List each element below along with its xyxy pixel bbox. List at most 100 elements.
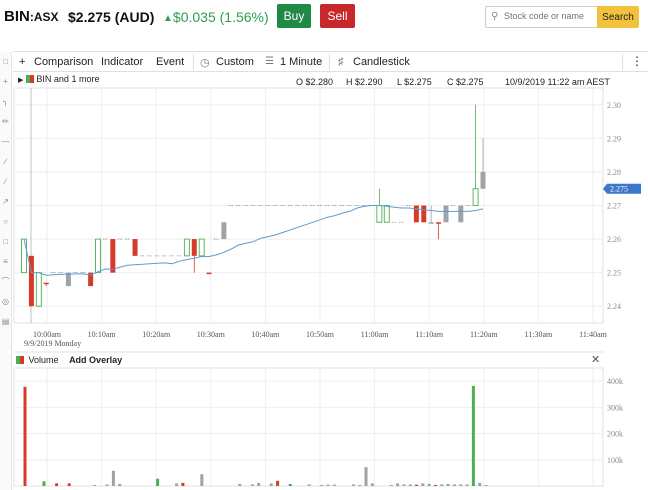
volume-tick-label: 400k bbox=[607, 377, 623, 386]
measure-icon[interactable]: ╮ bbox=[1, 97, 10, 106]
candle bbox=[95, 238, 101, 274]
current-price-label: 2.275 bbox=[610, 185, 628, 194]
volume-bar bbox=[276, 480, 280, 486]
volume-bar bbox=[307, 484, 311, 486]
x-tick-label: 11:30am bbox=[525, 330, 553, 339]
event-button[interactable]: Event bbox=[156, 56, 184, 68]
volume-tick-label: 100k bbox=[607, 456, 623, 465]
candle bbox=[191, 239, 197, 256]
search-icon: ⚲ bbox=[491, 11, 499, 22]
volume-bar bbox=[320, 484, 324, 486]
add-overlay-button[interactable]: Add Overlay bbox=[69, 355, 122, 365]
volume-bar bbox=[421, 483, 425, 486]
y-tick-label: 2.26 bbox=[607, 235, 621, 244]
comparison-button[interactable]: Comparison bbox=[34, 56, 93, 68]
volume-bar bbox=[465, 484, 469, 486]
drawing-tools-sidebar: □ + ╮ ✏ — ∕ ∕ ↗ ○ □ ≡ ⌒ ◎ ▤ bbox=[0, 52, 12, 490]
volume-bar bbox=[402, 484, 406, 486]
collapse-arrow-icon[interactable]: ▶ bbox=[18, 77, 23, 84]
close-volume-icon[interactable]: ✕ bbox=[591, 353, 600, 366]
y-tick-label: 2.24 bbox=[607, 302, 621, 311]
target-icon[interactable]: ◎ bbox=[1, 297, 10, 306]
clock-icon: ◷ bbox=[200, 57, 210, 69]
candle bbox=[472, 188, 479, 206]
candle bbox=[376, 205, 383, 223]
candle bbox=[35, 272, 42, 307]
brush-icon[interactable]: ∕ bbox=[1, 177, 10, 186]
toolbar-divider bbox=[622, 54, 623, 70]
more-options-icon[interactable]: ⋮ bbox=[631, 54, 643, 68]
circle-icon[interactable]: ○ bbox=[1, 217, 10, 226]
candle bbox=[383, 205, 390, 223]
quote-header: BIN:ASX $2.275 (AUD) ▲$0.035 (1.56%) Buy… bbox=[0, 0, 648, 34]
candle bbox=[43, 282, 49, 285]
candle bbox=[21, 238, 27, 274]
pencil-icon[interactable]: ✏ bbox=[1, 117, 10, 126]
volume-bar bbox=[364, 467, 368, 486]
ohlc-low: L $2.275 bbox=[397, 77, 432, 87]
current-price-badge bbox=[603, 183, 641, 194]
volume-bar bbox=[408, 484, 412, 486]
series-color-icon bbox=[25, 75, 34, 83]
candle bbox=[443, 205, 449, 223]
arc-icon[interactable]: ⌒ bbox=[1, 277, 10, 286]
rectangle-icon[interactable]: □ bbox=[1, 237, 10, 246]
volume-bar bbox=[250, 484, 254, 486]
candle bbox=[421, 205, 427, 223]
ohlc-high: H $2.290 bbox=[346, 77, 383, 87]
candle bbox=[206, 272, 212, 275]
candle bbox=[88, 272, 94, 287]
candle bbox=[28, 255, 34, 307]
indicator-button[interactable]: Indicator bbox=[101, 56, 143, 68]
y-tick-label: 2.30 bbox=[607, 101, 621, 110]
volume-bar bbox=[238, 483, 242, 486]
chart-type-button[interactable]: Candlestick bbox=[353, 56, 410, 68]
cursor-icon[interactable]: + bbox=[1, 77, 10, 86]
sell-button[interactable]: Sell bbox=[320, 4, 355, 28]
volume-bar bbox=[67, 483, 71, 486]
ticker-exchange: :ASX bbox=[29, 10, 59, 24]
text-icon[interactable]: ▤ bbox=[1, 317, 10, 326]
trend-line-icon[interactable]: ∕ bbox=[1, 157, 10, 166]
ticker-symbol: BIN bbox=[4, 8, 30, 25]
ray-icon[interactable]: ↗ bbox=[1, 197, 10, 206]
volume-bar bbox=[257, 482, 261, 486]
ohlc-open: O $2.280 bbox=[296, 77, 334, 87]
interval-button[interactable]: 1 Minute bbox=[280, 56, 322, 68]
volume-bar bbox=[23, 386, 27, 486]
volume-tick-label: 300k bbox=[607, 403, 623, 412]
volume-legend: Volume Add Overlay bbox=[16, 355, 122, 365]
custom-range-button[interactable]: Custom bbox=[216, 56, 254, 68]
crosshair-icon[interactable]: □ bbox=[1, 57, 10, 66]
volume-bar bbox=[484, 484, 488, 486]
candle bbox=[428, 222, 434, 224]
last-price: $2.275 (AUD) bbox=[68, 9, 155, 25]
candle bbox=[110, 239, 116, 273]
candle bbox=[221, 222, 227, 240]
candle bbox=[198, 238, 205, 257]
buy-button[interactable]: Buy bbox=[277, 4, 311, 28]
x-tick-label: 10:50am bbox=[306, 330, 335, 339]
search-input[interactable] bbox=[504, 11, 594, 21]
toolbar-divider bbox=[329, 54, 330, 70]
candlestick-icon: ♯ bbox=[338, 56, 344, 68]
volume-bar bbox=[200, 474, 204, 486]
volume-bar bbox=[92, 484, 96, 486]
x-tick-label: 11:40am bbox=[579, 330, 607, 339]
volume-bar bbox=[446, 483, 450, 486]
candle bbox=[436, 222, 442, 224]
horizontal-line-icon[interactable]: — bbox=[1, 137, 10, 146]
y-tick-label: 2.28 bbox=[607, 168, 621, 177]
candle bbox=[65, 272, 71, 287]
volume-bar bbox=[269, 483, 273, 486]
fibonacci-icon[interactable]: ≡ bbox=[1, 257, 10, 266]
volume-bar bbox=[288, 483, 292, 486]
price-change-value: $0.035 (1.56%) bbox=[172, 9, 269, 25]
x-tick-label: 10:40am bbox=[251, 330, 280, 339]
series-legend[interactable]: ▶ BIN and 1 more bbox=[18, 74, 99, 84]
toolbar-divider bbox=[193, 54, 194, 70]
plus-icon: + bbox=[19, 56, 26, 68]
search-button[interactable]: Search bbox=[597, 6, 639, 28]
candle bbox=[132, 239, 138, 256]
volume-bar bbox=[156, 478, 160, 486]
